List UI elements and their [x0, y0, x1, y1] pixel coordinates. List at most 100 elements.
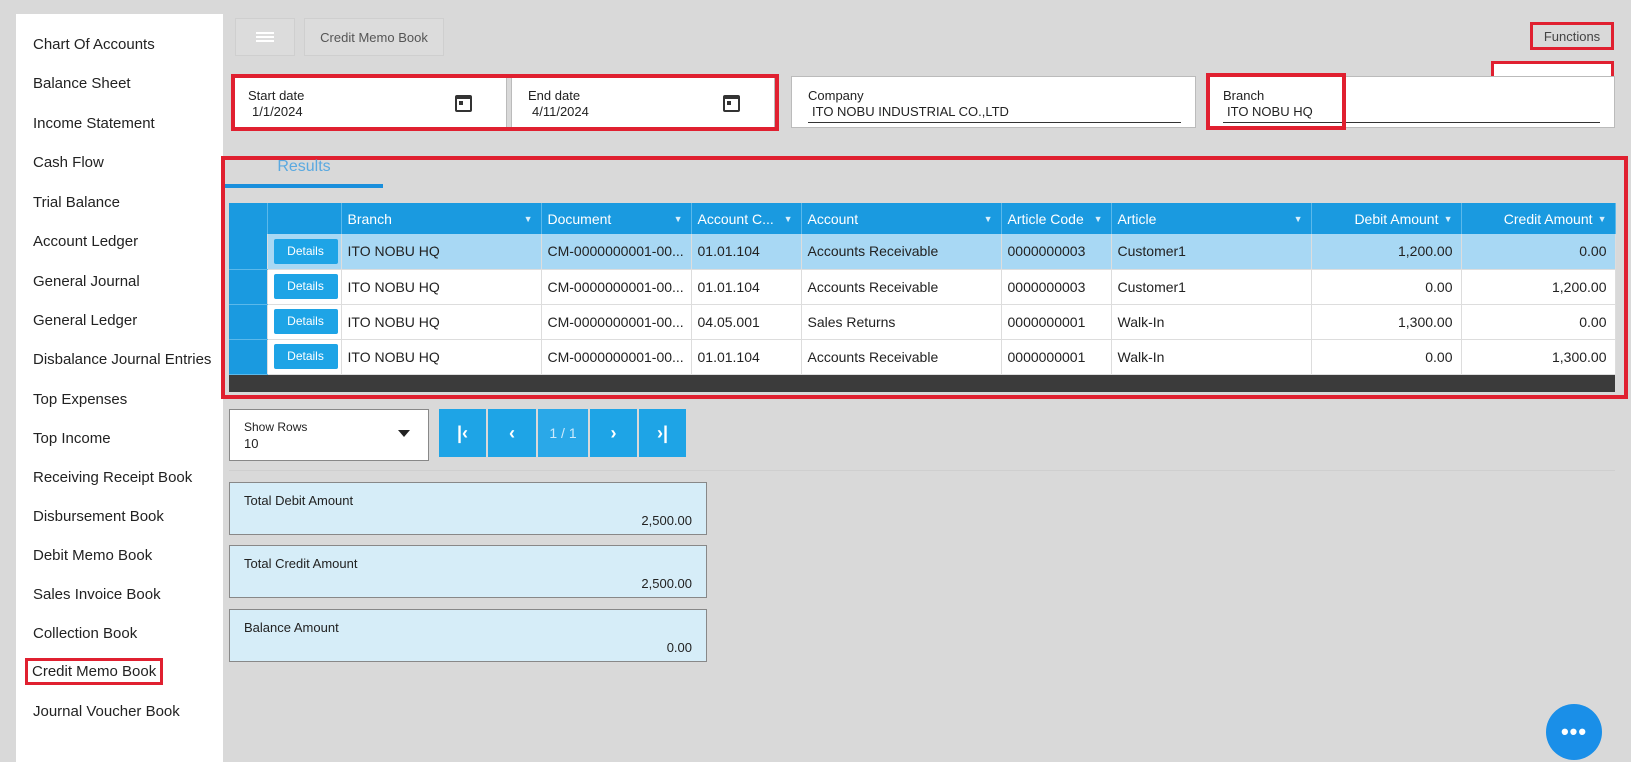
calendar-icon[interactable] — [455, 95, 472, 112]
cell-article: Customer1 — [1111, 269, 1312, 305]
sidebar-item-chart-of-accounts[interactable]: Chart Of Accounts — [33, 36, 155, 53]
prev-page-button[interactable]: ‹ — [488, 409, 536, 457]
filter-icon[interactable]: ▼ — [1598, 214, 1607, 224]
cell-article-code: 0000000003 — [1001, 234, 1112, 270]
more-horizontal-icon: ••• — [1560, 719, 1588, 744]
company-label: Company — [808, 88, 864, 103]
show-rows-value: 10 — [244, 436, 259, 451]
sidebar-item-balance-sheet[interactable]: Balance Sheet — [33, 75, 131, 92]
branch-value[interactable]: ITO NOBU HQ — [1227, 104, 1313, 119]
total-credit-label: Total Credit Amount — [244, 556, 358, 571]
branch-field[interactable]: Branch ITO NOBU HQ — [1206, 76, 1615, 128]
sidebar-item-credit-memo-book[interactable]: Credit Memo Book — [24, 658, 164, 685]
row-selector[interactable] — [229, 304, 268, 340]
last-page-icon: ›| — [656, 422, 669, 443]
cell-account-code: 04.05.001 — [691, 304, 802, 340]
details-cell: Details — [267, 269, 342, 305]
sidebar-item-general-journal[interactable]: General Journal — [33, 273, 140, 290]
more-actions-button[interactable]: ••• — [1546, 704, 1602, 760]
balance-amount-value: 0.00 — [666, 640, 692, 655]
table-row[interactable]: Details ITO NOBU HQ CM-0000000001-00... … — [229, 269, 1616, 305]
column-header-document[interactable]: Document ▼ — [541, 203, 692, 234]
row-selector[interactable] — [229, 234, 268, 270]
cell-article-code: 0000000001 — [1001, 339, 1112, 375]
details-column-header — [267, 203, 342, 234]
row-selector[interactable] — [229, 339, 268, 375]
cell-article: Walk-In — [1111, 339, 1312, 375]
sidebar-item-trial-balance[interactable]: Trial Balance — [33, 194, 120, 211]
filter-icon[interactable]: ▼ — [984, 214, 993, 224]
cell-credit-amount: 0.00 — [1461, 234, 1616, 270]
cell-credit-amount: 1,200.00 — [1461, 269, 1616, 305]
first-page-button[interactable]: |‹ — [439, 409, 486, 457]
end-date-field[interactable]: End date 4/11/2024 — [511, 76, 775, 128]
details-button[interactable]: Details — [273, 344, 338, 369]
sidebar-item-disbursement-book[interactable]: Disbursement Book — [33, 508, 164, 525]
sidebar-item-journal-voucher-book[interactable]: Journal Voucher Book — [33, 703, 180, 720]
row-selector[interactable] — [229, 269, 268, 305]
column-header-branch[interactable]: Branch ▼ — [341, 203, 542, 234]
cell-article: Customer1 — [1111, 234, 1312, 270]
sidebar-nav: Chart Of Accounts Balance Sheet Income S… — [16, 14, 223, 762]
sidebar-item-receiving-receipt-book[interactable]: Receiving Receipt Book — [33, 469, 192, 486]
start-date-value[interactable]: 1/1/2024 — [252, 104, 303, 119]
column-header-article-code[interactable]: Article Code ▼ — [1001, 203, 1112, 234]
sidebar-item-top-expenses[interactable]: Top Expenses — [33, 391, 127, 408]
column-header-credit-amount[interactable]: Credit Amount ▼ — [1461, 203, 1616, 234]
details-button[interactable]: Details — [273, 309, 338, 334]
column-label: Document — [547, 210, 612, 227]
end-date-label: End date — [528, 88, 581, 103]
table-row[interactable]: Details ITO NOBU HQ CM-0000000001-00... … — [229, 234, 1616, 270]
cell-document: CM-0000000001-00... — [541, 234, 692, 270]
table-row[interactable]: Details ITO NOBU HQ CM-0000000001-00... … — [229, 339, 1616, 375]
column-header-account-code[interactable]: Account C... ▼ — [691, 203, 802, 234]
end-date-value[interactable]: 4/11/2024 — [532, 104, 589, 119]
sidebar-item-account-ledger[interactable]: Account Ledger — [33, 233, 138, 250]
sidebar-item-top-income[interactable]: Top Income — [33, 430, 111, 447]
cell-branch: ITO NOBU HQ — [341, 234, 542, 270]
cell-account: Accounts Receivable — [801, 269, 1002, 305]
column-header-debit-amount[interactable]: Debit Amount ▼ — [1311, 203, 1462, 234]
show-rows-label: Show Rows — [244, 420, 308, 434]
column-header-account[interactable]: Account ▼ — [801, 203, 1002, 234]
filter-icon[interactable]: ▼ — [1094, 214, 1103, 224]
balance-amount-box: Balance Amount 0.00 — [229, 609, 707, 662]
calendar-icon[interactable] — [723, 95, 740, 112]
filter-icon[interactable]: ▼ — [1294, 214, 1303, 224]
sidebar-item-cash-flow[interactable]: Cash Flow — [33, 154, 104, 171]
branch-underline — [1223, 122, 1600, 123]
sidebar-item-disbalance-journal-entries[interactable]: Disbalance Journal Entries — [33, 351, 211, 368]
filter-icon[interactable]: ▼ — [1444, 214, 1453, 224]
company-field[interactable]: Company ITO NOBU INDUSTRIAL CO.,LTD — [791, 76, 1196, 128]
breadcrumb[interactable]: Credit Memo Book — [304, 18, 444, 56]
details-button[interactable]: Details — [273, 274, 338, 299]
start-date-field[interactable]: Start date 1/1/2024 — [231, 76, 507, 128]
filter-icon[interactable]: ▼ — [674, 214, 683, 224]
sidebar-item-sales-invoice-book[interactable]: Sales Invoice Book — [33, 586, 161, 603]
details-cell: Details — [267, 234, 342, 270]
table-row[interactable]: Details ITO NOBU HQ CM-0000000001-00... … — [229, 304, 1616, 340]
company-value[interactable]: ITO NOBU INDUSTRIAL CO.,LTD — [812, 104, 1009, 119]
functions-button[interactable]: Functions — [1530, 22, 1614, 50]
cell-account-code: 01.01.104 — [691, 339, 802, 375]
sidebar-item-general-ledger[interactable]: General Ledger — [33, 312, 137, 329]
tab-results[interactable]: Results — [225, 158, 383, 188]
last-page-button[interactable]: ›| — [639, 409, 686, 457]
cell-credit-amount: 0.00 — [1461, 304, 1616, 340]
details-button[interactable]: Details — [273, 238, 338, 264]
sidebar-item-collection-book[interactable]: Collection Book — [33, 625, 137, 642]
horizontal-scrollbar[interactable] — [229, 375, 1615, 392]
next-page-button[interactable]: › — [590, 409, 637, 457]
column-header-article[interactable]: Article ▼ — [1111, 203, 1312, 234]
sidebar-item-income-statement[interactable]: Income Statement — [33, 115, 155, 132]
sidebar-item-debit-memo-book[interactable]: Debit Memo Book — [33, 547, 152, 564]
cell-branch: ITO NOBU HQ — [341, 304, 542, 340]
cell-account: Accounts Receivable — [801, 234, 1002, 270]
menu-toggle-button[interactable] — [235, 18, 295, 56]
chevron-right-icon: › — [610, 422, 617, 443]
filter-icon[interactable]: ▼ — [524, 214, 533, 224]
cell-debit-amount: 1,300.00 — [1311, 304, 1462, 340]
show-rows-select[interactable]: Show Rows 10 — [229, 409, 429, 461]
select-column-header[interactable] — [229, 203, 268, 234]
filter-icon[interactable]: ▼ — [784, 214, 793, 224]
